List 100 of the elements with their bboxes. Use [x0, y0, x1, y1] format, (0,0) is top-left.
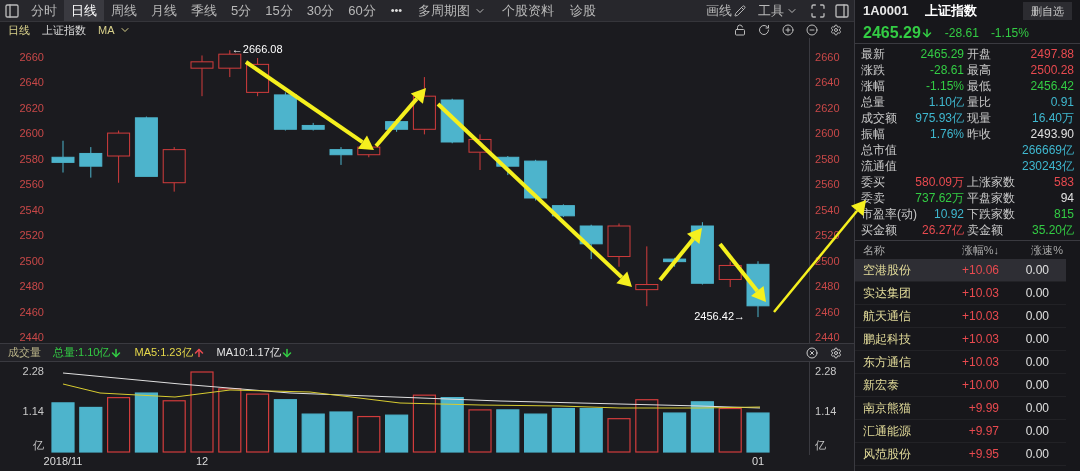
- volume-axis-label: 2.28: [22, 366, 44, 377]
- index-name: 上证指数: [42, 22, 86, 38]
- remove-watchlist-button[interactable]: 删自选: [1023, 2, 1072, 20]
- zoom-in-icon[interactable]: [782, 24, 794, 36]
- stat-label: 涨幅: [861, 78, 885, 95]
- column-header[interactable]: 名称: [863, 241, 933, 259]
- period-label: 日线: [8, 22, 30, 38]
- stock-row[interactable]: 南京熊猫 +9.99 0.00: [855, 397, 1066, 420]
- menu-link[interactable]: 个股资料: [494, 0, 563, 21]
- stock-row[interactable]: 风范股份 +9.95 0.00: [855, 443, 1066, 466]
- indicator-dropdown[interactable]: MA: [98, 21, 131, 39]
- price-axis-label: 2460: [815, 306, 840, 318]
- stat-value: 1.76%: [929, 126, 964, 143]
- sidebar-toggle-icon[interactable]: [4, 2, 20, 19]
- trend-arrow: [718, 242, 766, 302]
- stock-name: 风范股份: [863, 446, 912, 463]
- stat-label: 最低: [967, 78, 991, 95]
- percent-change: -1.15%: [990, 24, 1029, 42]
- speed-cell-text: 0.00: [1024, 262, 1049, 279]
- change-cell-text: +10.03: [960, 308, 999, 325]
- volume-bar: [162, 400, 186, 453]
- stock-row[interactable]: 鹏起科技 +10.03 0.00: [855, 328, 1066, 351]
- stat-value: 815: [1053, 206, 1074, 223]
- period-tab[interactable]: 周线: [104, 0, 144, 21]
- stock-row[interactable]: 空港股份 +10.06 0.00: [855, 259, 1066, 282]
- period-tab[interactable]: 月线: [144, 0, 184, 21]
- stat-label: 下跌家数: [967, 206, 1015, 223]
- candle: [690, 221, 714, 286]
- period-tab[interactable]: 分时: [24, 0, 64, 21]
- period-tab[interactable]: 日线: [64, 0, 104, 21]
- price-axis-label: 2580: [19, 153, 44, 165]
- price-axis-label: 2540: [19, 204, 44, 216]
- stock-row[interactable]: 汇通能源 +9.97 0.00: [855, 420, 1066, 443]
- draw-line-button[interactable]: 画线: [702, 0, 750, 21]
- stat-value: 10.92: [933, 206, 964, 223]
- more-button[interactable]: •••: [382, 2, 411, 19]
- volume-axis-label: 1.14: [22, 406, 44, 417]
- price-axis-label: 2460: [19, 306, 44, 318]
- stock-row[interactable]: 实达集团 +10.03 0.00: [855, 282, 1066, 305]
- price-axis-label: 2560: [19, 179, 44, 191]
- stat-value: 1.10亿: [928, 94, 964, 111]
- fullscreen-icon[interactable]: [810, 2, 826, 19]
- unit-label: 亿: [32, 440, 44, 451]
- menu-link[interactable]: 诊股: [562, 0, 605, 21]
- price-axis-label: 2480: [19, 281, 44, 293]
- column-header[interactable]: 涨速%: [999, 241, 1063, 259]
- stat-label: 委买: [861, 174, 885, 191]
- volume-bar: [746, 412, 770, 453]
- stat-label: 平盘家数: [967, 190, 1015, 207]
- period-dropdown[interactable]: 多周期图: [410, 0, 495, 21]
- period-tab[interactable]: 30分: [299, 0, 342, 21]
- stat-label: 现量: [967, 110, 991, 127]
- speed-cell-text: 0.00: [1024, 285, 1049, 302]
- candle: [246, 57, 270, 97]
- settings-icon[interactable]: [830, 24, 842, 36]
- stat-label: 最高: [967, 62, 991, 79]
- change-cell-text: +9.97: [967, 423, 999, 440]
- speed-cell-text: 0.00: [1024, 423, 1049, 440]
- volume-bar: [384, 414, 409, 453]
- stock-row[interactable]: 东方通信 +10.03 0.00: [855, 351, 1066, 374]
- panel-toggle-icon[interactable]: [834, 2, 850, 19]
- stock-name: 实达集团: [863, 285, 912, 302]
- volume-title: 成交量: [8, 345, 41, 361]
- date-axis-label: 01: [751, 456, 765, 467]
- date-axis-label: 12: [195, 456, 209, 467]
- zoom-out-icon[interactable]: [806, 24, 818, 36]
- unlock-icon[interactable]: [734, 24, 746, 36]
- stock-row[interactable]: 新宏泰 +10.00 0.00: [855, 374, 1066, 397]
- candle: [273, 91, 297, 132]
- candle: [524, 159, 548, 202]
- close-icon[interactable]: [806, 346, 818, 359]
- candle: [51, 140, 75, 174]
- volume-bar: [523, 413, 548, 453]
- period-tab[interactable]: 5分: [224, 0, 259, 21]
- volume-bar: [106, 397, 131, 453]
- period-tab[interactable]: 季线: [184, 0, 224, 21]
- change-cell-text: +10.00: [960, 377, 999, 394]
- date-axis-label: 2018/11: [43, 456, 83, 467]
- volume-axis-label: 1.14: [815, 406, 837, 417]
- volume-bar: [607, 418, 631, 453]
- speed-cell-text: 0.00: [1024, 377, 1049, 394]
- speed-cell-text: 0.00: [1024, 400, 1049, 417]
- settings-icon[interactable]: [830, 346, 842, 359]
- column-header[interactable]: 涨幅%↓: [933, 241, 999, 259]
- candle: [134, 116, 158, 177]
- period-tab[interactable]: 60分: [341, 0, 383, 21]
- stat-value: 2465.29: [920, 46, 964, 63]
- speed-cell-text: 0.00: [1024, 331, 1049, 348]
- ma5-value: MA5:1.23亿: [134, 345, 193, 361]
- period-tab[interactable]: 15分: [258, 0, 300, 21]
- refresh-icon[interactable]: [758, 24, 770, 36]
- stock-name: 空港股份: [863, 262, 912, 279]
- volume-axis-label: 2.28: [815, 366, 837, 377]
- stock-row[interactable]: 航天通信 +10.03 0.00: [855, 305, 1066, 328]
- volume-bar: [579, 407, 603, 453]
- volume-bar: [662, 412, 687, 453]
- price-axis-label: 2620: [815, 102, 840, 114]
- stat-label: 买金额: [861, 222, 897, 239]
- volume-bar: [440, 397, 464, 453]
- tools-dropdown[interactable]: 工具: [750, 0, 806, 21]
